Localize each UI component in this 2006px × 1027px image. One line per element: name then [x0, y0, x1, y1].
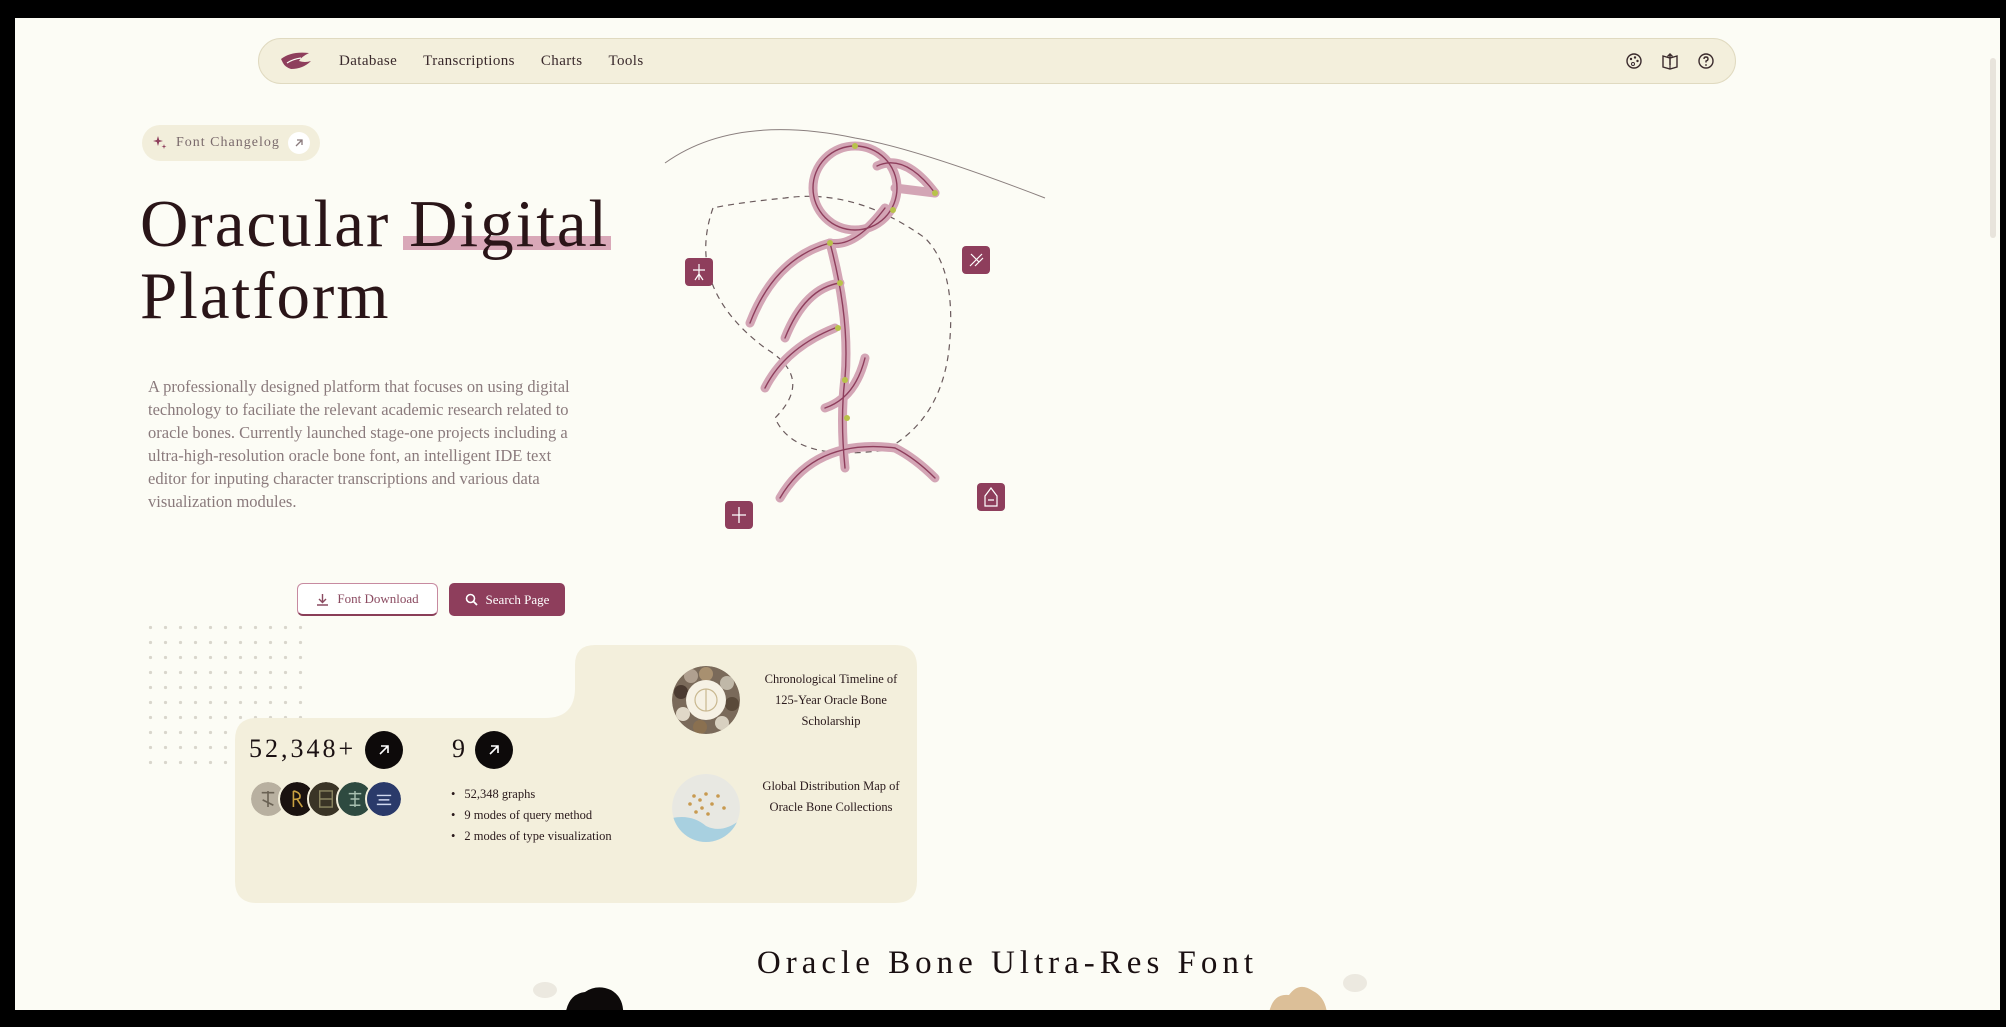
- query-mode-count: 9: [452, 734, 468, 763]
- section-title-post: Font: [1177, 945, 1259, 981]
- font-download-button[interactable]: Font Download: [297, 583, 438, 616]
- list-item: 52,348 graphs: [451, 784, 612, 805]
- nav-link-transcriptions[interactable]: Transcriptions: [423, 53, 515, 70]
- avatar: [365, 780, 403, 818]
- section-title: Oracle Bone Ultra-Res Font: [15, 945, 2000, 982]
- nav-link-tools[interactable]: Tools: [608, 53, 643, 70]
- list-item: 9 modes of query method: [451, 805, 612, 826]
- decorative-blob-tan: [1269, 974, 1367, 1010]
- download-icon: [317, 593, 329, 606]
- list-item: 2 modes of type visualization: [451, 826, 611, 847]
- arrow-up-right-icon: [489, 745, 499, 755]
- nav-link-database[interactable]: Database: [339, 53, 397, 70]
- arrow-up-right-icon: [379, 745, 389, 755]
- hero-title-line-2: Platform: [140, 259, 391, 333]
- help-icon[interactable]: [1697, 52, 1715, 70]
- avatar-group: [249, 780, 403, 818]
- sparkle-icon: [153, 136, 167, 149]
- oracle-character-illustration: [664, 129, 1046, 529]
- distribution-map-feature-label[interactable]: Global Distribution Map of Oracle Bone C…: [756, 776, 906, 818]
- section-title-pre: Oracle Bone: [756, 945, 978, 981]
- palette-icon[interactable]: [1625, 52, 1643, 70]
- decorative-blob-dark: [533, 982, 624, 1010]
- graph-count-arrow-button[interactable]: [365, 731, 403, 769]
- hero-title-highlight: Digital: [403, 187, 612, 261]
- timeline-feature-label[interactable]: Chronological Timeline of 125-Year Oracl…: [756, 669, 906, 732]
- search-icon: [465, 593, 478, 606]
- search-page-button[interactable]: Search Page: [449, 583, 565, 616]
- stats-bullet-list: 52,348 graphs 9 modes of query method 2 …: [451, 784, 612, 847]
- nav-icon-group: [1625, 52, 1715, 70]
- changelog-label: Font Changelog: [176, 135, 280, 150]
- hero-title-word-1: Oracular: [140, 187, 391, 261]
- navbar: Database Transcriptions Charts Tools: [258, 38, 1736, 84]
- graph-count: 52,348+: [249, 734, 357, 763]
- logo-bird-icon[interactable]: [279, 49, 313, 73]
- font-changelog-pill[interactable]: Font Changelog: [142, 125, 320, 161]
- section-title-highlight: Ultra-Res: [991, 945, 1165, 981]
- scrollbar[interactable]: [1990, 58, 1996, 238]
- nav-link-charts[interactable]: Charts: [541, 53, 583, 70]
- search-page-label: Search Page: [485, 591, 550, 607]
- font-download-label: Font Download: [337, 591, 419, 606]
- hero-title: Oracular Digital Platform: [140, 187, 612, 333]
- book-upload-icon[interactable]: [1661, 52, 1679, 70]
- page: Database Transcriptions Charts Tools Fon…: [15, 18, 2000, 1010]
- query-mode-arrow-button[interactable]: [475, 731, 513, 769]
- arrow-up-right-icon: [288, 132, 310, 154]
- timeline-thumbnail[interactable]: [672, 666, 740, 734]
- hero-description: A professionally designed platform that …: [148, 377, 570, 511]
- distribution-map-thumbnail[interactable]: [672, 774, 740, 842]
